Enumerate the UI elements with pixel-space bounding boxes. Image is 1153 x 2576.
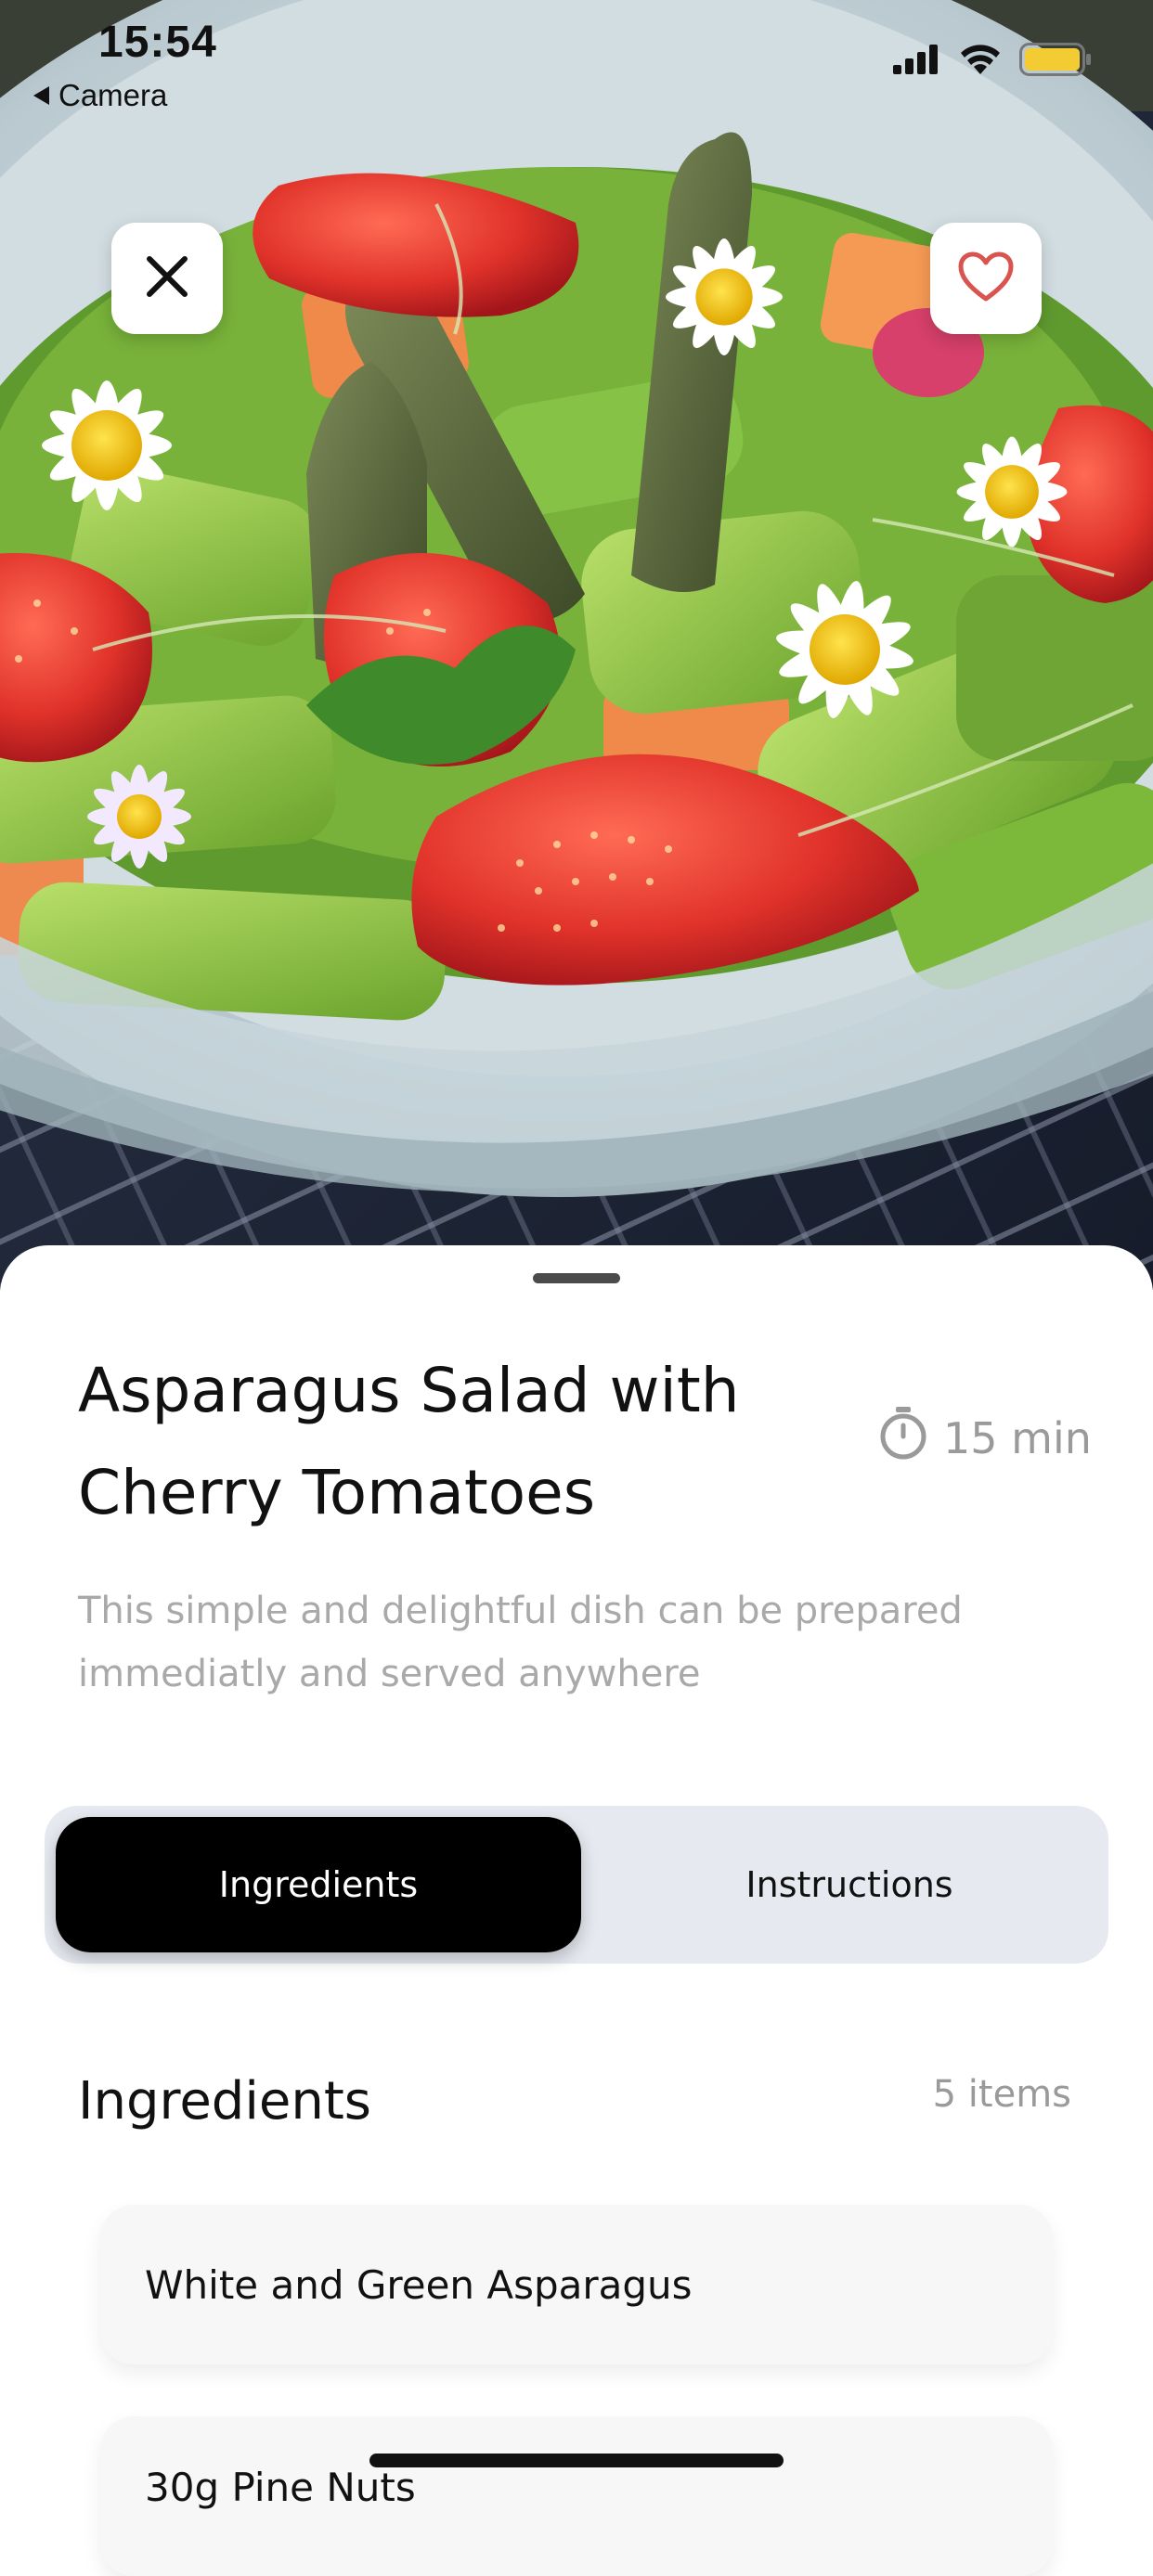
- status-indicators: [893, 43, 1094, 80]
- status-bar: 15:54 Camera: [0, 0, 1153, 121]
- recipe-hero-image: [0, 0, 1153, 1290]
- battery-icon: [1019, 43, 1094, 80]
- prep-time: 15 min: [878, 1405, 1092, 1471]
- cellular-signal-icon: [893, 45, 941, 78]
- ingredients-heading: Ingredients: [78, 2071, 371, 2132]
- ingredient-item[interactable]: White and Green Asparagus: [100, 2205, 1053, 2364]
- back-label: Camera: [58, 78, 168, 112]
- recipe-description: This simple and delightful dish can be p…: [78, 1590, 963, 1695]
- tab-switcher: Ingredients Instructions: [45, 1806, 1108, 1964]
- close-icon: [144, 253, 190, 303]
- back-to-camera-link[interactable]: Camera: [33, 78, 167, 113]
- home-indicator[interactable]: [369, 2454, 784, 2467]
- back-arrow-icon: [33, 86, 49, 105]
- heart-icon: [957, 251, 1015, 306]
- recipe-title: Asparagus Salad with Cherry Tomatoes: [78, 1355, 740, 1528]
- favorite-button[interactable]: [930, 223, 1042, 334]
- tab-instructions[interactable]: Instructions: [587, 1817, 1112, 1952]
- status-time: 15:54: [98, 18, 217, 67]
- tab-ingredients[interactable]: Ingredients: [56, 1817, 581, 1952]
- stopwatch-icon: [878, 1405, 928, 1471]
- ingredient-item[interactable]: 30g Pine Nuts: [100, 2416, 1053, 2576]
- ingredient-name: 30g Pine Nuts: [145, 2465, 416, 2510]
- ingredients-count: 5 items: [932, 2073, 1071, 2116]
- close-button[interactable]: [111, 223, 223, 334]
- wifi-icon: [958, 43, 1003, 80]
- sheet-grabber[interactable]: [533, 1273, 620, 1283]
- recipe-detail-sheet: Asparagus Salad with Cherry Tomatoes 15 …: [0, 1245, 1153, 2576]
- prep-time-value: 15 min: [943, 1412, 1092, 1463]
- ingredient-name: White and Green Asparagus: [145, 2261, 693, 2308]
